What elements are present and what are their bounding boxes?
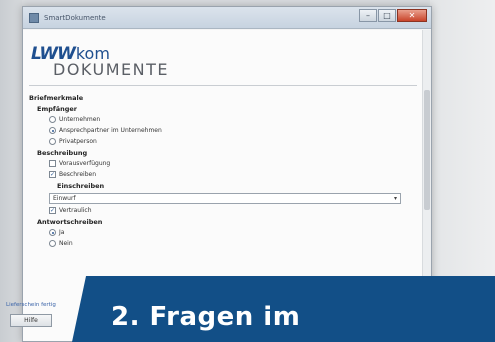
help-button[interactable]: Hilfe [10,314,52,327]
scrollbar-thumb[interactable] [424,90,430,210]
registered-row: Einwurf ▾ [29,191,419,205]
recipient-option-contact[interactable]: Ansprechpartner im Unternehmen [29,125,419,136]
caption-text: 2. Fragen im [111,302,301,332]
recipient-option-private[interactable]: Privatperson [29,136,419,147]
brand-logo: LWW kom DOKUMENTE [31,44,169,79]
reply-option-yes[interactable]: Ja [29,227,419,238]
radio-selected-icon[interactable] [49,127,56,134]
maximize-button[interactable]: □ [378,9,396,22]
app-icon [29,12,39,23]
radio-icon[interactable] [49,116,56,123]
checkbox-icon[interactable] [49,160,56,167]
confidential-option[interactable]: ✓ Vertraulich [29,205,419,216]
header-divider [29,85,417,86]
reply-option-no[interactable]: Nein [29,238,419,249]
section-title: Briefmerkmale [29,93,84,102]
registered-label: Einschreiben [57,181,105,190]
footer-link[interactable]: Lieferschein fertig [6,302,56,308]
window-controls: – □ ✕ [359,9,427,22]
recipient-option-company[interactable]: Unternehmen [29,114,419,125]
title-bar[interactable]: SmartDokumente – □ ✕ [23,7,431,29]
letter-form: Briefmerkmale Empfänger Unternehmen Ansp… [29,92,419,249]
radio-selected-icon[interactable] [49,229,56,236]
close-button[interactable]: ✕ [397,9,427,22]
background-left [0,0,22,342]
minimize-button[interactable]: – [359,9,377,22]
notes-label: Beschreibung [37,148,88,157]
radio-icon[interactable] [49,240,56,247]
reply-label: Antwortschreiben [37,217,103,226]
registered-select[interactable]: Einwurf ▾ [49,192,401,204]
dropdown-arrow-icon[interactable]: ▾ [394,194,397,203]
notes-option-2[interactable]: ✓ Beschreiben [29,169,419,180]
window-title: SmartDokumente [44,13,106,22]
recipient-label: Empfänger [37,104,77,113]
checkbox-checked-icon[interactable]: ✓ [49,207,56,214]
radio-icon[interactable] [49,138,56,145]
notes-option-1[interactable]: Vorausverfügung [29,158,419,169]
checkbox-checked-icon[interactable]: ✓ [49,171,56,178]
logo-product: DOKUMENTE [53,60,169,79]
